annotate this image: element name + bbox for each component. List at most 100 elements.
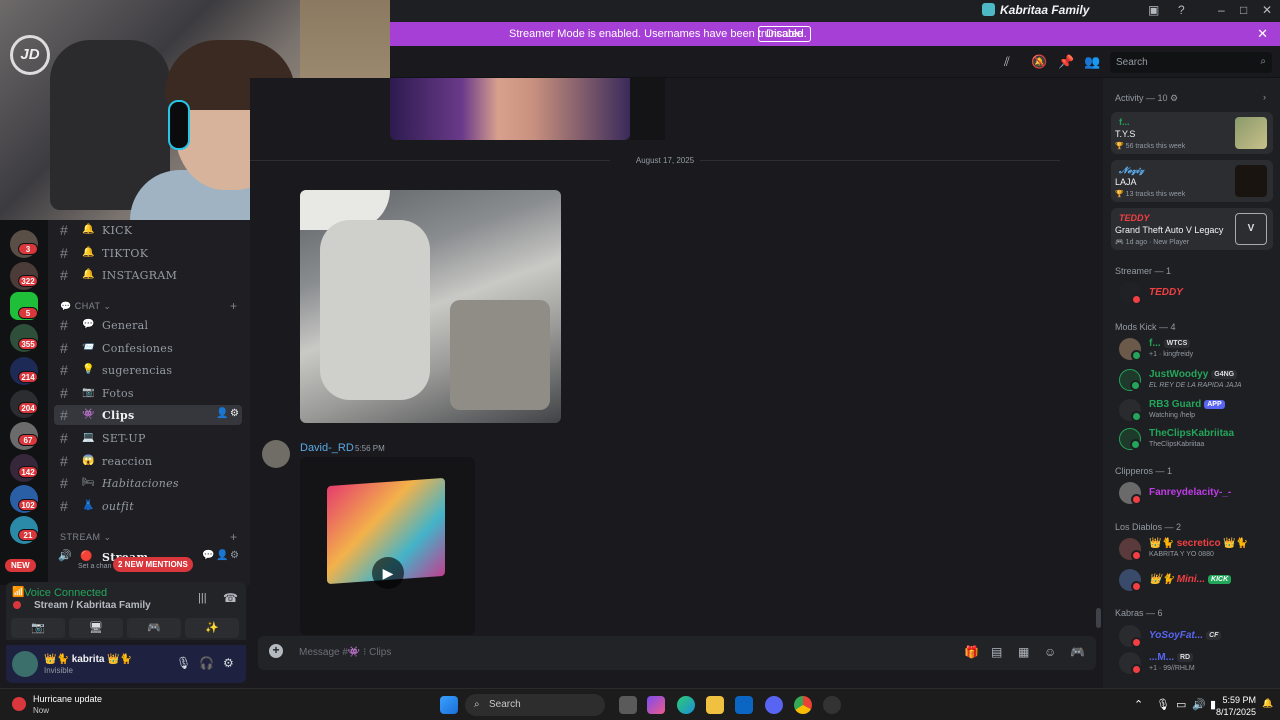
scrollbar[interactable]	[1096, 608, 1101, 628]
volume-icon[interactable]: 🔊	[1192, 698, 1206, 711]
chat-icon[interactable]: 💬	[202, 550, 214, 561]
task-view-icon[interactable]	[619, 696, 637, 714]
screen-share-button[interactable]: 🖥	[69, 618, 123, 638]
channel-sugerencias[interactable]: # 💡 sugerencias	[54, 360, 242, 380]
member-item[interactable]: ...M... RD +1 · 99//RHLM	[1119, 648, 1279, 678]
file-explorer-icon[interactable]	[706, 696, 724, 714]
new-servers-pill[interactable]: NEW	[5, 559, 36, 572]
settings-gear-icon[interactable]: ⚙	[223, 656, 234, 670]
chrome-icon[interactable]	[794, 696, 812, 714]
activity-header[interactable]: Activity — 10 ⚙ ›	[1115, 92, 1266, 104]
microphone-icon[interactable]: 🎙	[176, 656, 191, 670]
member-item[interactable]: YoSoyFat... CF	[1119, 621, 1279, 651]
minimize-button[interactable]: –	[1218, 3, 1225, 17]
help-icon[interactable]: ?	[1178, 3, 1185, 17]
app-icon[interactable]	[823, 696, 841, 714]
member-item[interactable]: TheClipsKabriitaa TheClipsKabriitaa	[1119, 424, 1279, 454]
gift-icon[interactable]: 🎁	[964, 645, 979, 659]
invite-icon[interactable]: 👤	[216, 408, 228, 419]
camera-off-button[interactable]: 📷	[11, 618, 65, 638]
channel-instagram[interactable]: # 🔔 INSTAGRAM	[54, 265, 242, 285]
disable-button[interactable]: Disable	[758, 26, 811, 42]
message-author[interactable]: David-_RD	[300, 442, 354, 454]
channel-reaccion[interactable]: # 😱 reaccion	[54, 451, 242, 471]
invite-icon[interactable]: 👤	[216, 550, 228, 561]
avatar[interactable]	[12, 651, 38, 677]
gear-icon[interactable]: ⚙	[230, 550, 239, 561]
activities-button[interactable]: 🎮	[127, 618, 181, 638]
threads-icon[interactable]: ⫽	[1004, 54, 1010, 70]
member-item[interactable]: 👑🐈 Mini... KICK	[1119, 565, 1279, 595]
channel-tiktok[interactable]: # 🔔 TIKTOK	[54, 243, 242, 263]
disconnect-icon[interactable]: ☎	[223, 591, 238, 605]
search-input[interactable]: Search ⌕	[1110, 52, 1272, 73]
gear-icon[interactable]: ⚙	[230, 408, 239, 419]
member-item[interactable]: RB3 Guard APP Watching /help	[1119, 395, 1279, 425]
voice-location[interactable]: Stream / Kabritaa Family	[34, 600, 151, 611]
sticker-icon[interactable]: ▦	[1018, 645, 1029, 659]
message-input[interactable]: Message #👾 ⁝ Clips	[299, 647, 391, 658]
member-item[interactable]: Fanreydelacity-_-	[1119, 478, 1279, 508]
maximize-button[interactable]: □	[1240, 3, 1247, 17]
add-channel-icon[interactable]: +	[230, 299, 238, 313]
notification-title[interactable]: Hurricane update	[33, 694, 102, 704]
copilot-icon[interactable]	[647, 696, 665, 714]
video-attachment[interactable]: ▶	[300, 457, 475, 635]
username[interactable]: 👑🐈 kabrita 👑🐈	[44, 654, 132, 665]
avatar[interactable]	[262, 440, 290, 468]
activity-card[interactable]: 𝓝𝓮𝔃𝓲𝔃 LAJA 🏆 13 tracks this week	[1111, 160, 1273, 202]
soundboard-button[interactable]: ✨	[185, 618, 239, 638]
play-icon[interactable]: ▶	[372, 557, 404, 589]
image-attachment[interactable]	[390, 78, 630, 140]
add-attachment-icon[interactable]: +	[269, 644, 283, 658]
date-divider: August 17, 2025	[250, 156, 1080, 165]
member-item[interactable]: TEDDY	[1119, 278, 1279, 308]
notifications-icon[interactable]: 🔔	[1262, 698, 1273, 709]
screen-share-icon[interactable]: ▣	[1148, 3, 1159, 17]
channel-kick[interactable]: # 🔔 KICK	[54, 220, 242, 240]
add-channel-icon[interactable]: +	[230, 530, 238, 544]
edge-icon[interactable]	[677, 696, 695, 714]
channel-setup[interactable]: # 💻 SET-UP	[54, 428, 242, 448]
avatar	[1119, 482, 1142, 505]
activity-card[interactable]: TEDDY Grand Theft Auto V Legacy 🎮 1d ago…	[1111, 208, 1273, 250]
emoji-icon[interactable]: ☺	[1044, 645, 1056, 659]
outlook-icon[interactable]	[735, 696, 753, 714]
network-icon[interactable]: ▭	[1176, 698, 1186, 711]
chevron-right-icon[interactable]: ›	[1263, 92, 1266, 102]
new-mentions-pill[interactable]: 2 NEW MENTIONS	[113, 557, 193, 572]
close-window-button[interactable]: ✕	[1262, 3, 1272, 17]
channel-general[interactable]: # 💬 General	[54, 315, 242, 335]
game-logo-icon: V	[1235, 213, 1267, 245]
message-composer[interactable]: + Message #👾 ⁝ Clips 🎁 ▤ ▦ ☺ 🎮	[258, 636, 1096, 670]
image-attachment[interactable]	[300, 190, 561, 423]
mute-icon[interactable]: 🔕	[1031, 54, 1047, 70]
member-item[interactable]: f... WTCS +1 · kingfreidy	[1119, 334, 1279, 364]
headphones-icon[interactable]: 🎧	[199, 656, 214, 670]
clock[interactable]: 5:59 PM 8/17/2025	[1216, 694, 1256, 718]
activity-card[interactable]: f... T.Y.S 🏆 56 tracks this week	[1111, 112, 1273, 154]
signal-icon[interactable]: 📶	[12, 587, 24, 598]
chevron-up-icon[interactable]: ⌃	[1134, 698, 1143, 711]
member-item[interactable]: JustWoodyy G4NG EL REY DE LA RAPIDA JAJA	[1119, 365, 1279, 395]
noise-suppression-icon[interactable]: |||	[198, 592, 207, 604]
channel-habitaciones[interactable]: # 🛏 Habitaciones	[54, 473, 242, 493]
category-chat[interactable]: 💬 CHAT ⌄ +	[60, 299, 237, 313]
channel-confesiones[interactable]: # 📨 Confesiones	[54, 338, 242, 358]
weather-alert-icon[interactable]	[12, 697, 26, 711]
apps-icon[interactable]: 🎮	[1070, 645, 1085, 659]
taskbar-search[interactable]: ⌕ Search	[465, 694, 605, 716]
start-icon[interactable]	[440, 696, 458, 714]
discord-icon[interactable]	[765, 696, 783, 714]
close-banner-icon[interactable]: ✕	[1257, 26, 1268, 42]
microphone-icon[interactable]: 🎙	[1156, 698, 1170, 711]
category-stream[interactable]: STREAM ⌄ +	[60, 530, 237, 544]
members-icon[interactable]: 👥	[1084, 54, 1100, 70]
pin-icon[interactable]: 📌	[1058, 54, 1074, 70]
member-item[interactable]: 👑🐈 secretico 👑🐈 KABRITA Y YO 0880	[1119, 534, 1279, 564]
channel-outfit[interactable]: # 👗 outfit	[54, 496, 242, 516]
server-badge: 3	[18, 243, 38, 255]
channel-fotos[interactable]: # 📷 Fotos	[54, 383, 242, 403]
channel-clips[interactable]: # 👾 Clips 👤 ⚙	[54, 405, 242, 425]
gif-icon[interactable]: ▤	[991, 645, 1002, 659]
